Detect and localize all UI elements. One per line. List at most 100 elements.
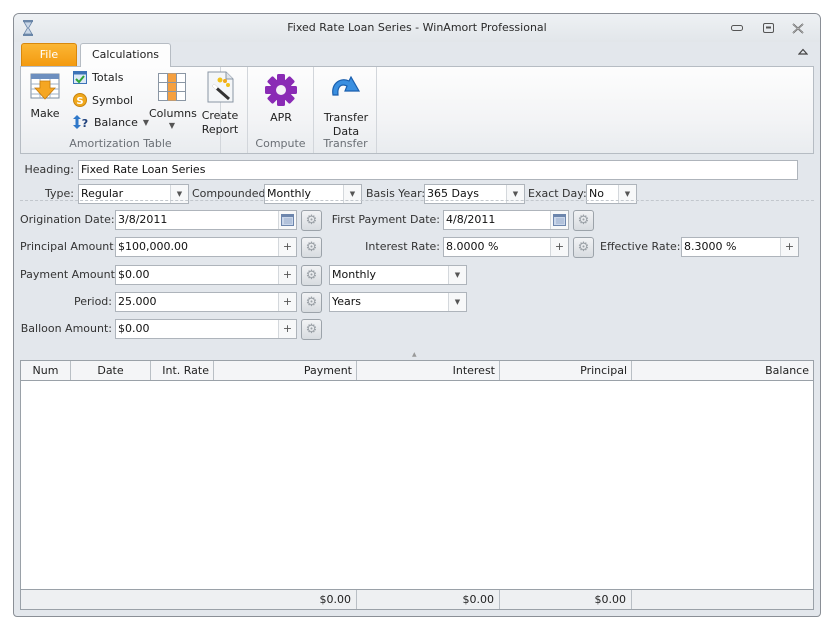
plus-icon[interactable]: + (278, 238, 296, 256)
compounded-label: Compounded: (192, 187, 270, 200)
tab-file[interactable]: File (21, 43, 77, 66)
dollar-coin-icon: S (73, 93, 87, 107)
symbol-button[interactable]: S Symbol (73, 93, 133, 107)
plus-icon[interactable]: + (550, 238, 568, 256)
origination-date-input[interactable]: 3/8/2011 (115, 210, 297, 230)
close-icon[interactable] (789, 20, 807, 36)
section-divider (20, 200, 814, 201)
group-label: Amortization Table (69, 137, 172, 150)
window-title: Fixed Rate Loan Series - WinAmort Profes… (287, 21, 547, 34)
svg-text:?: ? (82, 117, 88, 129)
column-header-principal[interactable]: Principal (500, 361, 632, 380)
loan-form: Heading: Fixed Rate Loan Series Type: Re… (20, 154, 814, 360)
type-select[interactable]: Regular ▼ (78, 184, 189, 204)
chevron-down-icon[interactable]: ▼ (448, 266, 466, 284)
column-header-num[interactable]: Num (21, 361, 71, 380)
app-window: Fixed Rate Loan Series - WinAmort Profes… (13, 13, 821, 617)
effective-rate-label: Effective Rate: (600, 240, 681, 253)
heading-input[interactable]: Fixed Rate Loan Series (78, 160, 798, 180)
columns-icon (158, 73, 186, 101)
group-transfer: Transfer Data Transfer (315, 67, 377, 153)
tab-calculations[interactable]: Calculations (80, 43, 171, 67)
period-unit-select[interactable]: Years ▼ (329, 292, 467, 312)
minimize-icon[interactable] (728, 20, 746, 36)
totals-button[interactable]: Totals (73, 71, 123, 84)
column-header-date[interactable]: Date (71, 361, 151, 380)
interest-rate-value: 8.0000 % (446, 240, 499, 253)
column-header-interest[interactable]: Interest (357, 361, 500, 380)
column-header-payment[interactable]: Payment (214, 361, 357, 380)
gear-icon[interactable]: ⚙ (301, 237, 322, 258)
exact-day-select[interactable]: No ▼ (586, 184, 637, 204)
exact-day-label: Exact Day: (528, 187, 587, 200)
calendar-icon[interactable] (278, 211, 296, 229)
restore-icon[interactable] (759, 20, 777, 36)
gear-icon[interactable]: ⚙ (301, 319, 322, 340)
up-down-question-icon: ? (73, 115, 88, 129)
basis-year-select[interactable]: 365 Days ▼ (424, 184, 525, 204)
origination-date-label: Origination Date: (20, 213, 115, 226)
gear-icon[interactable]: ⚙ (573, 237, 594, 258)
period-unit-value: Years (332, 295, 362, 308)
plus-icon[interactable]: + (780, 238, 798, 256)
total-payment: $0.00 (214, 590, 357, 609)
gear-icon[interactable]: ⚙ (301, 210, 322, 231)
gear-icon[interactable]: ⚙ (573, 210, 594, 231)
create-report-label-2: Report (201, 123, 239, 136)
apr-button[interactable]: APR (256, 73, 306, 125)
interest-rate-label: Interest Rate: (365, 240, 440, 253)
columns-button[interactable]: Columns ▼ (149, 73, 197, 131)
type-label: Type: (45, 187, 74, 200)
compounded-select[interactable]: Monthly ▼ (264, 184, 362, 204)
ribbon-panel: Make Totals S Symbol ? Balance ▼ Columns… (20, 66, 814, 154)
make-button[interactable]: Make (25, 73, 65, 121)
curved-arrow-icon (332, 75, 361, 96)
exact-day-value: No (589, 187, 604, 200)
basis-year-label: Basis Year: (366, 187, 426, 200)
balance-dropdown[interactable]: ? Balance ▼ (73, 115, 149, 129)
make-label: Make (30, 107, 60, 120)
chevron-up-icon[interactable] (797, 47, 809, 58)
plus-icon[interactable]: + (278, 320, 296, 338)
total-balance (632, 590, 813, 609)
splitter-handle[interactable]: ▲ (412, 351, 417, 358)
interest-rate-input[interactable]: 8.0000 % + (443, 237, 569, 257)
first-payment-date-input[interactable]: 4/8/2011 (443, 210, 569, 230)
payment-frequency-value: Monthly (332, 268, 377, 281)
period-input[interactable]: 25.000 + (115, 292, 297, 312)
column-header-balance[interactable]: Balance (632, 361, 813, 380)
balance-label: Balance (94, 115, 138, 129)
ribbon-tabs: File Calculations (14, 42, 820, 67)
checkbox-icon (73, 71, 87, 84)
chevron-down-icon[interactable]: ▼ (448, 293, 466, 311)
column-header-int-rate[interactable]: Int. Rate (151, 361, 214, 380)
report-wand-icon (207, 71, 234, 103)
group-compute: APR Compute (248, 67, 314, 153)
payment-frequency-select[interactable]: Monthly ▼ (329, 265, 467, 285)
group-label: Compute (255, 137, 306, 150)
create-report-button[interactable]: Create Report (197, 71, 243, 137)
amortization-grid: Num Date Int. Rate Payment Interest Prin… (20, 360, 814, 610)
transfer-data-button[interactable]: Transfer Data (319, 73, 373, 139)
create-report-label-1: Create (201, 109, 239, 122)
payment-amount-input[interactable]: $0.00 + (115, 265, 297, 285)
effective-rate-input[interactable]: 8.3000 % + (681, 237, 799, 257)
table-arrow-icon (30, 73, 60, 100)
group-label: Transfer (323, 137, 368, 150)
origination-date-value: 3/8/2011 (118, 213, 168, 226)
columns-label: Columns (149, 107, 197, 120)
principal-amount-input[interactable]: $100,000.00 + (115, 237, 297, 257)
grid-totals-row: $0.00 $0.00 $0.00 (21, 589, 813, 609)
plus-icon[interactable]: + (278, 293, 296, 311)
grid-header: Num Date Int. Rate Payment Interest Prin… (21, 361, 813, 381)
gear-icon[interactable]: ⚙ (301, 265, 322, 286)
principal-amount-value: $100,000.00 (118, 240, 188, 253)
totals-label: Totals (92, 71, 124, 84)
balloon-amount-label: Balloon Amount: (20, 322, 112, 335)
plus-icon[interactable]: + (278, 266, 296, 284)
payment-amount-label: Payment Amount: (20, 268, 119, 281)
balloon-amount-input[interactable]: $0.00 + (115, 319, 297, 339)
transfer-label-1: Transfer (323, 111, 369, 124)
gear-icon[interactable]: ⚙ (301, 292, 322, 313)
calendar-icon[interactable] (550, 211, 568, 229)
